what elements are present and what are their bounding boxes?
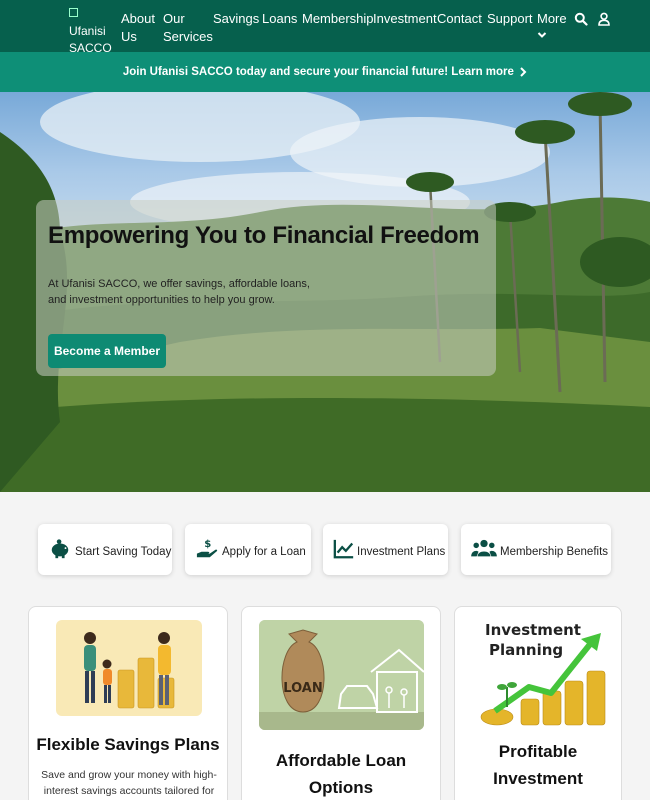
card-title-line: Affordable Loan (275, 751, 407, 770)
user-icon[interactable] (597, 12, 611, 26)
chart-line-icon (333, 539, 354, 559)
nav-investment[interactable]: Investment (373, 10, 437, 28)
svg-text:Investment: Investment (485, 621, 581, 639)
nav-contact[interactable]: Contact (437, 10, 482, 28)
savings-illustration (56, 620, 202, 716)
card-title-line: Investment (493, 769, 583, 788)
nav-label: Us (121, 29, 137, 44)
nav-label: About (121, 11, 155, 26)
card-title: Profitable Investment (455, 738, 621, 792)
hand-holding-dollar-icon: $ (196, 539, 218, 558)
broken-image-icon (69, 8, 78, 17)
banner-text: Join Ufanisi SACCO today and secure your… (122, 66, 514, 78)
nav-label: Services (163, 29, 213, 44)
quick-action-label: Investment Plans (357, 546, 446, 558)
investment-illustration: Investment Planning (473, 619, 607, 729)
card-loans: LOAN Affordable Loan Options (241, 606, 441, 800)
hero-title: Empowering You to Financial Freedom (48, 222, 480, 249)
hero-section: Empowering You to Financial Freedom At U… (0, 92, 650, 492)
announcement-banner[interactable]: Join Ufanisi SACCO today and secure your… (0, 52, 650, 92)
chevron-down-icon[interactable] (537, 30, 547, 40)
card-investment: Investment Planning Profitable Investmen… (454, 606, 622, 800)
users-icon (471, 539, 497, 557)
card-description: Save and grow your money with high-inter… (41, 769, 217, 797)
nav-about-us[interactable]: About Us (121, 10, 155, 46)
nav-label: Our (163, 11, 185, 26)
loan-illustration: LOAN (259, 620, 424, 730)
card-title-line: Profitable (498, 742, 578, 761)
logo-alt-text: Ufanisi SACCO (69, 24, 112, 55)
search-icon[interactable] (574, 12, 588, 26)
nav-our-services[interactable]: Our Services (163, 10, 213, 46)
logo[interactable]: Ufanisi SACCO (69, 6, 112, 57)
quick-action-label: Apply for a Loan (222, 546, 306, 558)
chevron-right-icon (520, 67, 527, 77)
quick-action-label: Start Saving Today (75, 546, 172, 558)
quick-action-start-saving[interactable]: Start Saving Today (38, 524, 172, 575)
quick-action-membership-benefits[interactable]: Membership Benefits (461, 524, 611, 575)
nav-loans[interactable]: Loans (262, 10, 297, 28)
quick-action-apply-loan[interactable]: $ Apply for a Loan (185, 524, 311, 575)
svg-text:$: $ (204, 539, 211, 550)
nav-more[interactable]: More (537, 10, 567, 28)
card-title-line: Options (308, 778, 374, 797)
svg-text:LOAN: LOAN (283, 681, 322, 696)
piggy-bank-icon (51, 539, 69, 559)
nav-savings[interactable]: Savings (213, 10, 259, 28)
card-title: Flexible Savings Plans (36, 735, 220, 754)
hero-description: At Ufanisi SACCO, we offer savings, affo… (48, 278, 310, 306)
nav-membership[interactable]: Membership (302, 10, 374, 28)
top-navbar: Ufanisi SACCO About Us Our Services Savi… (0, 0, 650, 55)
become-member-button[interactable]: Become a Member (48, 334, 166, 368)
nav-support[interactable]: Support (487, 10, 533, 28)
svg-text:Planning: Planning (489, 641, 563, 659)
quick-action-investment-plans[interactable]: Investment Plans (323, 524, 448, 575)
quick-action-label: Membership Benefits (500, 546, 609, 558)
hero-overlay-card: Empowering You to Financial Freedom At U… (36, 200, 496, 376)
card-savings: Flexible Savings Plans Save and grow you… (28, 606, 228, 800)
card-title: Affordable Loan Options (242, 747, 440, 800)
